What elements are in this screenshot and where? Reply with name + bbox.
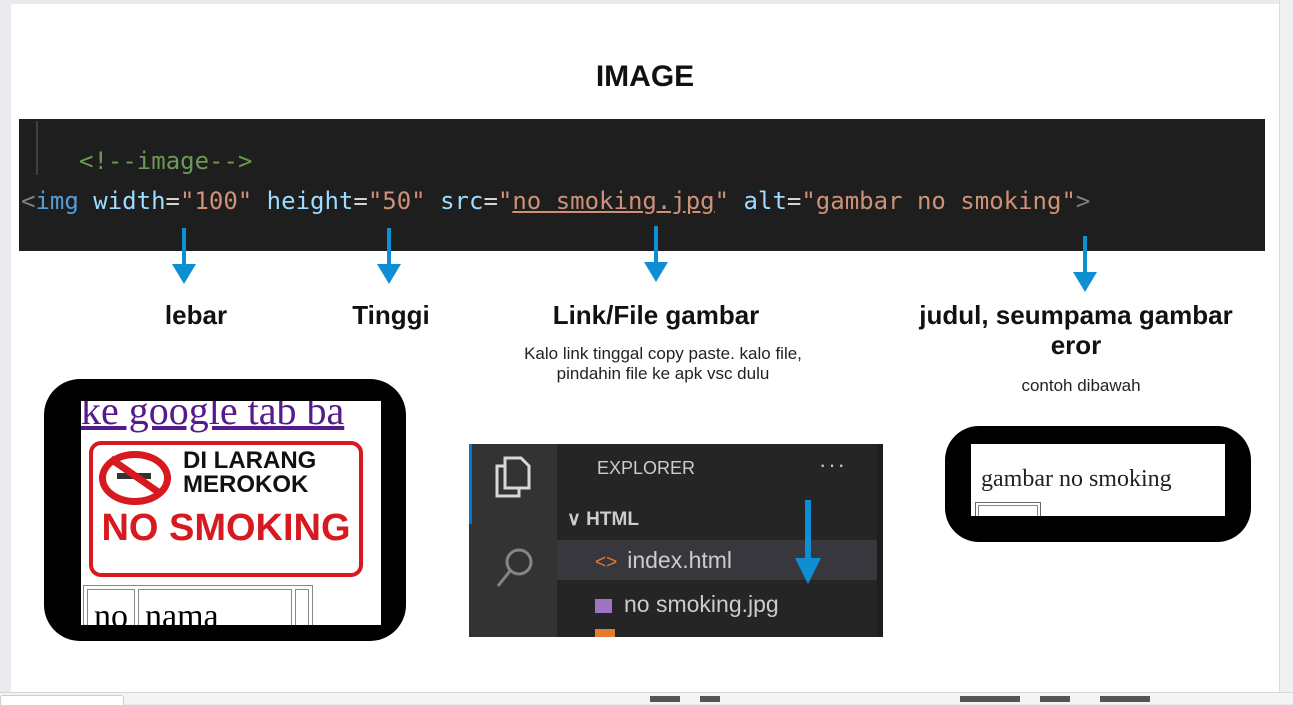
- toolbar-icon[interactable]: [700, 696, 720, 702]
- label-link: Link/File gambar: [552, 300, 760, 330]
- code-attr-height: height: [266, 187, 354, 215]
- code-val-width: "100": [179, 187, 253, 215]
- code-val-height: "50": [367, 187, 426, 215]
- editor-edge: [877, 444, 883, 637]
- code-val-src: no smoking.jpg: [512, 187, 715, 215]
- code-tag-open: <: [21, 187, 36, 215]
- sign-text: DI LARANG MEROKOK: [183, 449, 316, 497]
- arrow-down-icon: [795, 500, 821, 584]
- page-tab[interactable]: [0, 695, 124, 705]
- desc-link: Kalo link tinggal copy paste. kalo file,…: [524, 344, 802, 383]
- code-quote: ": [497, 187, 513, 215]
- table-cell: nama: [138, 589, 292, 625]
- arrow-down-icon: [1073, 236, 1097, 292]
- code-tag-name: img: [35, 187, 79, 215]
- browser-render: gambar no smoking: [971, 444, 1225, 516]
- files-icon[interactable]: [493, 454, 533, 500]
- slide: IMAGE <!--image--> <img width="100" heig…: [11, 4, 1279, 692]
- active-indicator: [469, 444, 472, 524]
- arrow-down-icon: [172, 228, 196, 284]
- arrow-down-icon: [644, 226, 668, 282]
- arrow-down-icon: [377, 228, 401, 284]
- code-attr-width: width: [93, 187, 166, 215]
- browser-render: ke google tab ba DI LARANG MEROKOK NO SMO…: [81, 401, 381, 625]
- table-row: no nama: [87, 589, 309, 625]
- desc-judul: contoh dibawah: [1021, 376, 1141, 395]
- code-eq: =: [786, 187, 802, 215]
- alt-example-frame: gambar no smoking: [945, 426, 1251, 542]
- alt-text: gambar no smoking: [981, 466, 1172, 492]
- code-attr-src: src: [440, 187, 484, 215]
- code-eq: =: [483, 187, 498, 215]
- table-cell: [295, 589, 309, 625]
- code-val-alt: "gambar no smoking": [801, 187, 1076, 215]
- activity-bar: [469, 444, 557, 637]
- code-attr-alt: alt: [743, 187, 787, 215]
- no-smoking-image: DI LARANG MEROKOK NO SMOKING: [89, 441, 363, 577]
- label-judul: judul, seumpama gambar eror: [919, 300, 1233, 360]
- html-file-icon: <>: [595, 552, 618, 573]
- file-no-smoking-jpg[interactable]: no smoking.jpg: [595, 591, 779, 618]
- html-file-icon: [595, 629, 615, 637]
- code-eq: =: [165, 187, 180, 215]
- explorer-title: EXPLORER: [597, 458, 696, 478]
- bottom-toolbar: [0, 692, 1293, 705]
- indent-guide: [36, 121, 38, 175]
- file-name: index.html: [627, 547, 733, 573]
- code-line: <img width="100" height="50" src="no smo…: [21, 187, 1090, 215]
- broken-image-box: [978, 505, 1038, 516]
- toolbar-icon[interactable]: [1100, 696, 1150, 702]
- code-quote: ": [714, 187, 730, 215]
- label-tinggi: Tinggi: [352, 300, 430, 330]
- image-file-icon: [595, 598, 612, 613]
- folder-html[interactable]: ∨ HTML: [567, 508, 639, 531]
- code-comment: <!--image-->: [79, 147, 253, 175]
- vertical-scrollbar[interactable]: [1279, 0, 1293, 692]
- sign-line-3: NO SMOKING: [101, 507, 351, 549]
- table-cell: no: [87, 589, 135, 625]
- code-eq: =: [353, 187, 368, 215]
- file-name: no smoking.jpg: [624, 591, 779, 617]
- file-index-html[interactable]: <> index.html: [595, 547, 732, 574]
- example-link: ke google tab ba: [81, 401, 345, 433]
- page-title: IMAGE: [595, 60, 695, 93]
- more-actions-icon[interactable]: ···: [819, 452, 847, 478]
- toolbar-icon[interactable]: [960, 696, 1020, 702]
- vscode-explorer-screenshot: EXPLORER ··· ∨ HTML <> index.html no smok…: [469, 444, 883, 637]
- code-tag-close: >: [1075, 187, 1091, 215]
- toolbar-icon[interactable]: [1040, 696, 1070, 702]
- sign-line-1: DI LARANG: [183, 447, 317, 474]
- search-icon[interactable]: [495, 546, 535, 590]
- example-table: no nama: [83, 585, 313, 625]
- example-rendered-frame: ke google tab ba DI LARANG MEROKOK NO SMO…: [44, 379, 406, 641]
- sign-line-2: MEROKOK: [183, 471, 309, 498]
- label-lebar: lebar: [164, 300, 228, 330]
- toolbar-icon[interactable]: [650, 696, 680, 702]
